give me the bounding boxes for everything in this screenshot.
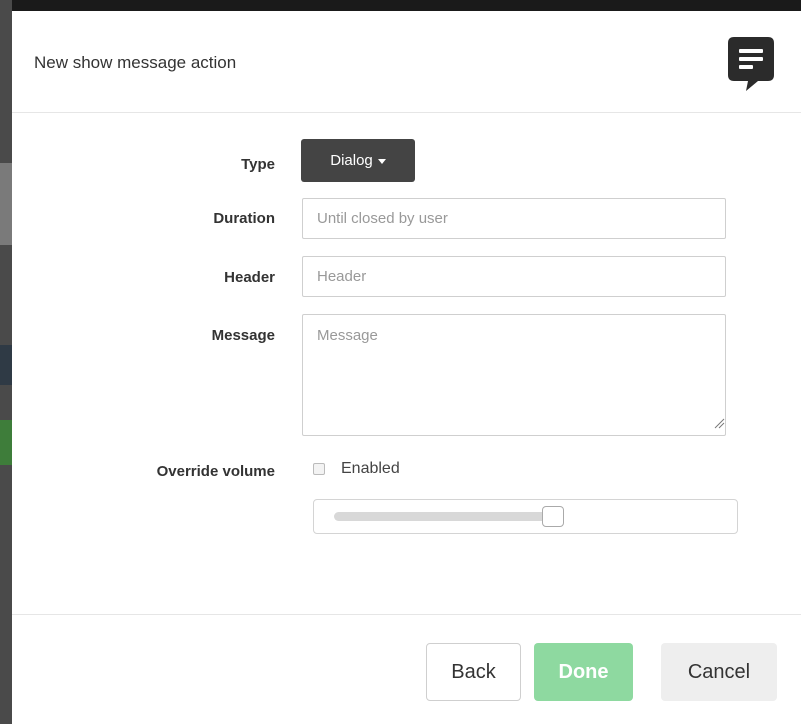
background-block: [0, 163, 12, 245]
modal-dialog: New show message action Type Dialog Dura…: [12, 11, 801, 724]
header-label: Header: [224, 269, 275, 286]
duration-label: Duration: [213, 210, 275, 227]
back-button[interactable]: Back: [426, 643, 521, 701]
background-page-top: [0, 0, 801, 11]
override-volume-checkbox[interactable]: [313, 463, 325, 475]
volume-slider-handle[interactable]: [541, 506, 564, 527]
type-label: Type: [241, 156, 275, 173]
modal-title: New show message action: [34, 53, 237, 72]
modal-header: New show message action: [12, 11, 801, 113]
background-page-left: [0, 0, 12, 724]
message-label: Message: [211, 327, 275, 344]
override-volume-checkbox-label[interactable]: Enabled: [341, 460, 400, 478]
message-textarea[interactable]: [302, 314, 726, 436]
message-icon: [728, 37, 774, 91]
type-dropdown-value: Dialog: [330, 152, 373, 169]
background-block: [0, 345, 12, 385]
header-input[interactable]: [302, 256, 726, 297]
background-block: [0, 420, 12, 465]
cancel-button[interactable]: Cancel: [661, 643, 777, 701]
caret-down-icon: [377, 159, 386, 164]
duration-input[interactable]: [302, 198, 726, 239]
override-volume-label: Override volume: [156, 463, 275, 480]
resize-grip-icon[interactable]: [714, 418, 725, 429]
done-button[interactable]: Done: [534, 643, 633, 701]
footer-divider: [12, 614, 801, 615]
type-dropdown-button[interactable]: Dialog: [301, 139, 415, 182]
volume-slider[interactable]: [313, 499, 738, 534]
volume-slider-track[interactable]: [334, 512, 562, 521]
